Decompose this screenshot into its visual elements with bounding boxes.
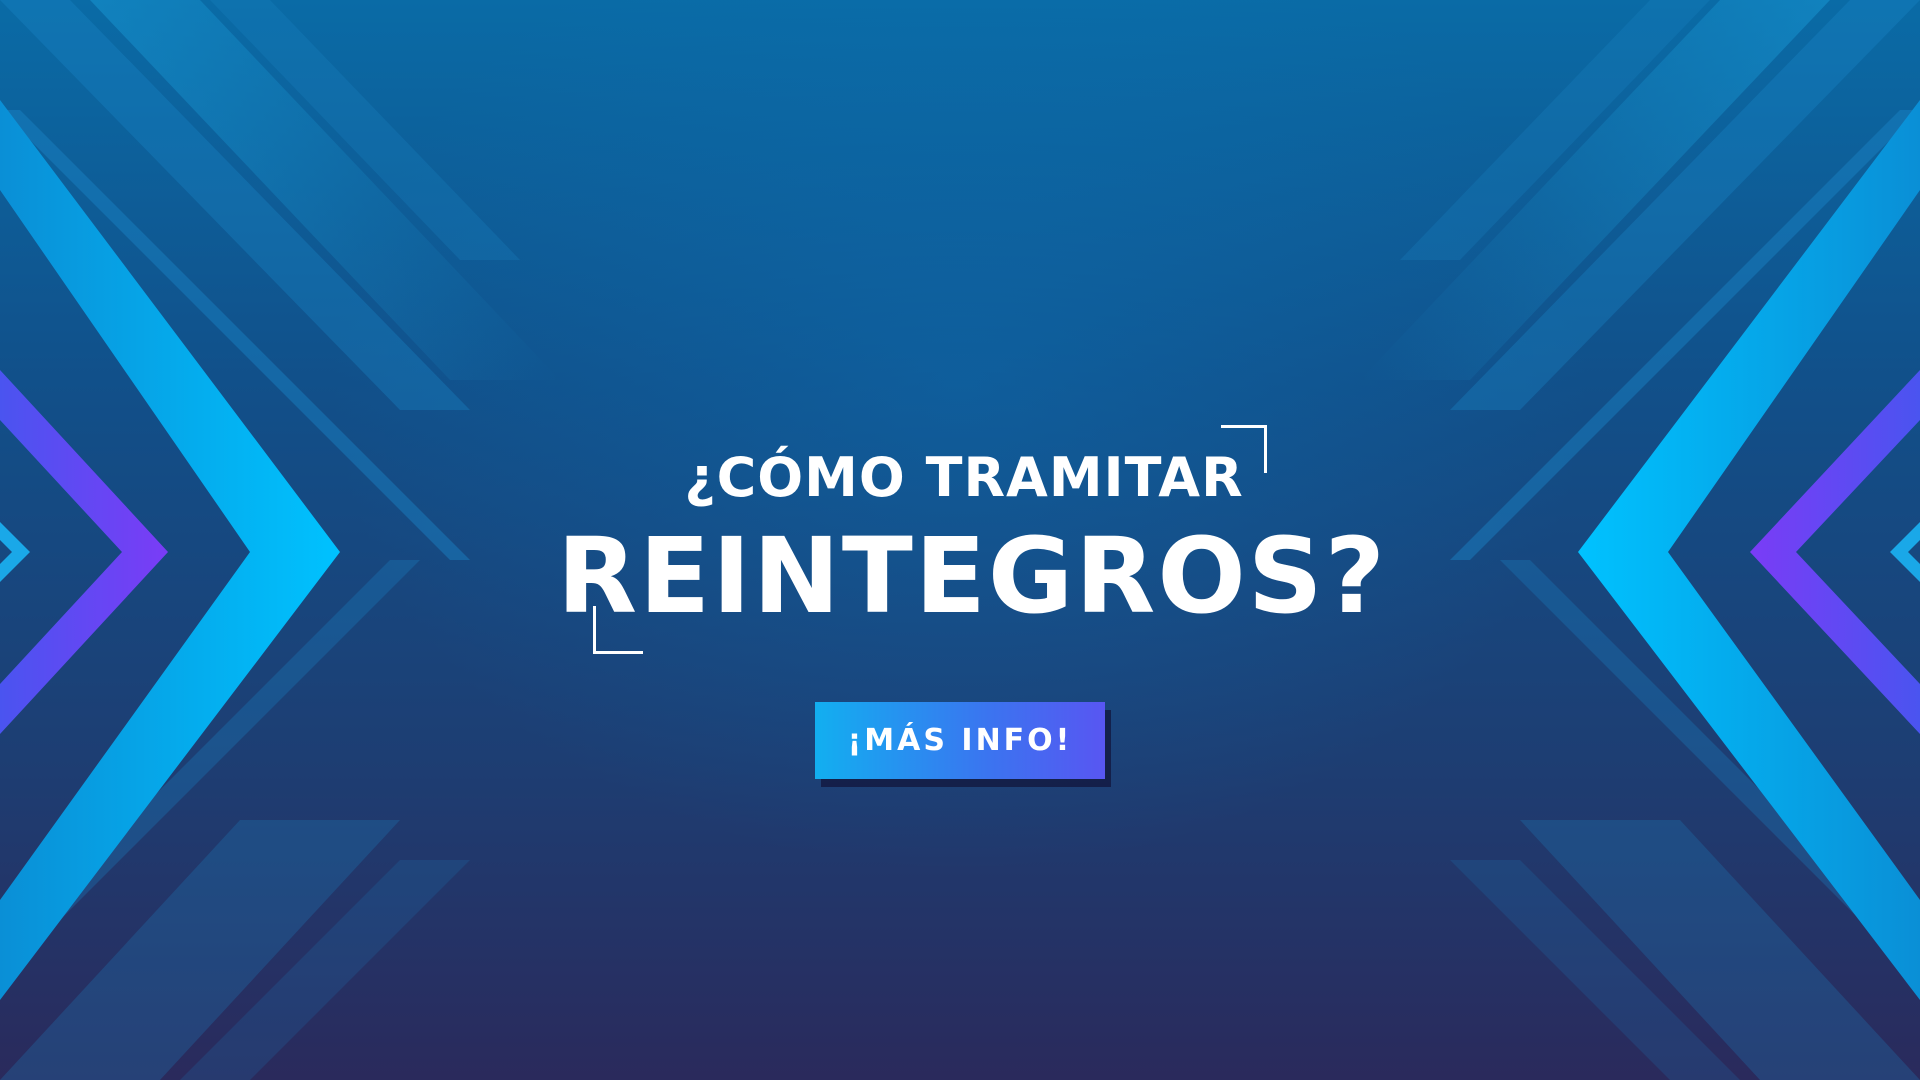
corner-bracket-bottom-left: [593, 606, 643, 654]
heading-line-1: ¿CÓMO TRAMITAR: [684, 446, 1244, 509]
hero-banner: ¿CÓMO TRAMITAR REINTEGROS? ¡MÁS INFO!: [0, 0, 1920, 1080]
heading-line-2: REINTEGROS?: [557, 515, 1387, 637]
more-info-button[interactable]: ¡MÁS INFO!: [815, 702, 1105, 779]
